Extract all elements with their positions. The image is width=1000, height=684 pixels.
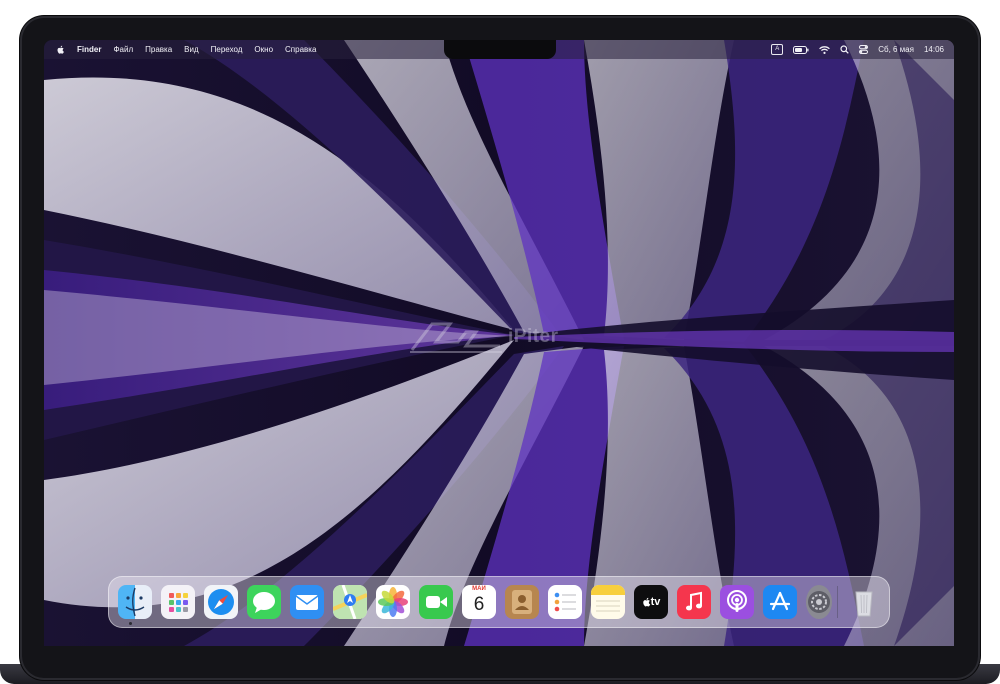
mail-icon: [295, 595, 319, 610]
camera-notch: [444, 40, 556, 59]
menu-app-name[interactable]: Finder: [77, 45, 101, 54]
desktop-screen: Finder Файл Правка Вид Переход Окно Спра…: [44, 40, 954, 646]
calendar-day-label: 6: [473, 594, 485, 615]
input-source-indicator[interactable]: A: [771, 44, 784, 55]
menu-edit[interactable]: Правка: [145, 45, 172, 54]
menu-view[interactable]: Вид: [184, 45, 198, 54]
reminders-icon: [554, 592, 576, 612]
app-store-icon: [769, 591, 791, 611]
safari-icon: [208, 589, 234, 615]
dock-app-mail[interactable]: [290, 585, 324, 619]
menu-help[interactable]: Справка: [285, 45, 316, 54]
dock-app-contacts[interactable]: [505, 585, 539, 619]
dock-app-reminders[interactable]: [548, 585, 582, 619]
dock-app-calendar[interactable]: МАЙ 6: [462, 585, 496, 619]
messages-icon: [253, 592, 275, 613]
tv-label: tv: [650, 596, 661, 608]
watermark-logo-icon: [410, 322, 502, 353]
dock-app-photos[interactable]: [376, 585, 410, 619]
dock-app-messages[interactable]: [247, 585, 281, 619]
maps-icon: [333, 585, 367, 619]
podcasts-icon: [727, 590, 747, 612]
menu-window[interactable]: Окно: [254, 45, 273, 54]
dock-divider: [837, 586, 838, 618]
finder-icon: [125, 587, 145, 617]
dock-app-app-store[interactable]: [763, 585, 797, 619]
menu-time[interactable]: 14:06: [924, 45, 944, 54]
dock-app-podcasts[interactable]: [720, 585, 754, 619]
contacts-icon: [512, 590, 532, 614]
photos-icon: [378, 587, 408, 617]
dock: МАЙ 6 tv: [108, 576, 890, 628]
battery-icon[interactable]: [793, 45, 809, 54]
dock-app-tv[interactable]: tv: [634, 585, 668, 619]
watermark-text: iPiter: [508, 326, 559, 347]
dock-app-maps[interactable]: [333, 585, 367, 619]
facetime-icon: [426, 596, 447, 608]
dock-app-trash[interactable]: [847, 585, 881, 619]
watermark: iPiter: [410, 320, 559, 354]
dock-app-music[interactable]: [677, 585, 711, 619]
tv-icon: [642, 597, 650, 606]
notes-icon: [591, 585, 625, 612]
dock-app-safari[interactable]: [204, 585, 238, 619]
finder-running-indicator: [129, 622, 132, 625]
menu-go[interactable]: Переход: [211, 45, 243, 54]
control-center-icon[interactable]: [859, 45, 869, 54]
calendar-month-label: МАЙ: [472, 586, 486, 592]
launchpad-icon: [169, 593, 188, 612]
dock-app-facetime[interactable]: [419, 585, 453, 619]
dock-app-launchpad[interactable]: [161, 585, 195, 619]
music-icon: [686, 591, 702, 611]
system-settings-icon: [808, 591, 830, 613]
menu-file[interactable]: Файл: [113, 45, 133, 54]
wifi-icon[interactable]: [819, 45, 831, 54]
dock-app-finder[interactable]: [118, 585, 152, 619]
trash-icon: [855, 591, 873, 617]
spotlight-search-icon[interactable]: [840, 45, 849, 54]
menu-date[interactable]: Сб, 6 мая: [878, 45, 914, 54]
dock-app-notes[interactable]: [591, 585, 625, 619]
dock-app-system-settings[interactable]: [806, 585, 832, 619]
apple-menu-icon[interactable]: [56, 45, 65, 55]
